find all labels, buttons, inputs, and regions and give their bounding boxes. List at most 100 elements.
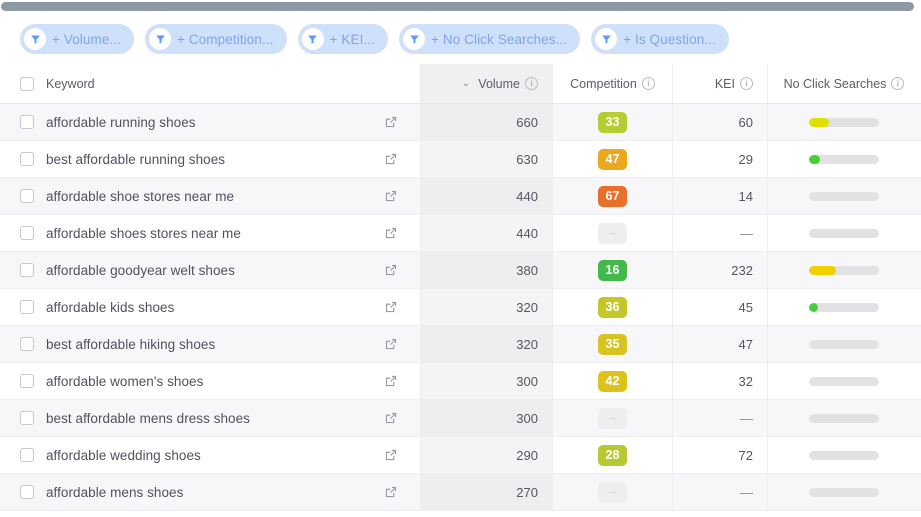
table-row[interactable]: best affordable mens dress shoes 300 – — <box>0 400 921 437</box>
row-checkbox[interactable] <box>20 189 34 203</box>
volume-value: 270 <box>516 484 538 500</box>
column-header-no-click-searches[interactable]: No Click Searches i <box>768 64 920 103</box>
volume-cell: 270 <box>420 474 553 510</box>
row-checkbox[interactable] <box>20 263 34 277</box>
column-header-keyword[interactable]: Keyword <box>0 64 420 103</box>
keyword-text: affordable shoe stores near me <box>46 188 235 204</box>
volume-value: 320 <box>516 336 538 352</box>
table-row[interactable]: affordable mens shoes 270 – — <box>0 474 921 511</box>
competition-cell: 67 <box>553 178 673 214</box>
filter-funnel-icon <box>24 28 46 50</box>
volume-cell: 380 <box>420 252 553 288</box>
table-row[interactable]: affordable shoes stores near me 440 – — <box>0 215 921 252</box>
table-row[interactable]: best affordable running shoes 630 47 29 <box>0 141 921 178</box>
no-click-searches-cell <box>768 252 920 288</box>
open-in-new-tab-icon[interactable] <box>384 115 398 129</box>
filter-chip-1[interactable]: + Competition... <box>145 24 287 54</box>
table-row[interactable]: affordable goodyear welt shoes 380 16 232 <box>0 252 921 289</box>
keyword-cell: affordable kids shoes <box>0 289 420 325</box>
info-icon[interactable]: i <box>891 77 905 90</box>
row-checkbox[interactable] <box>20 300 34 314</box>
column-header-competition-label: Competition <box>570 76 637 91</box>
keyword-cell: affordable goodyear welt shoes <box>0 252 420 288</box>
kei-value: 29 <box>738 151 753 167</box>
keyword-cell: affordable women's shoes <box>0 363 420 399</box>
open-in-new-tab-icon[interactable] <box>384 300 398 314</box>
keywords-table: Keyword ⌄ Volume i Competition i KEI i N… <box>0 64 921 517</box>
filter-chip-4[interactable]: + Is Question... <box>591 24 729 54</box>
no-click-searches-bar <box>809 302 879 312</box>
info-icon[interactable]: i <box>740 77 753 90</box>
no-click-searches-cell <box>768 289 920 325</box>
row-checkbox[interactable] <box>20 374 34 388</box>
column-header-competition[interactable]: Competition i <box>553 64 673 103</box>
volume-value: 380 <box>516 262 538 278</box>
kei-cell: 60 <box>673 104 768 140</box>
no-click-searches-bar <box>809 154 879 164</box>
table-row[interactable]: affordable kids shoes 320 36 45 <box>0 289 921 326</box>
keyword-cell: affordable shoe stores near me <box>0 178 420 214</box>
info-icon[interactable]: i <box>641 77 655 90</box>
table-row[interactable]: affordable shoe stores near me 440 67 14 <box>0 178 921 215</box>
scrollbar-thumb[interactable] <box>1 2 914 11</box>
info-icon[interactable]: i <box>525 77 538 90</box>
kei-value: — <box>740 225 753 241</box>
kei-value: 45 <box>738 299 753 315</box>
table-row[interactable]: affordable wedding shoes 290 28 72 <box>0 437 921 474</box>
table-row[interactable]: best affordable hiking shoes 320 35 47 <box>0 326 921 363</box>
column-header-kei[interactable]: KEI i <box>673 64 768 103</box>
kei-cell: — <box>673 215 768 251</box>
select-all-checkbox[interactable] <box>20 76 34 91</box>
open-in-new-tab-icon[interactable] <box>384 226 398 240</box>
no-click-searches-bar <box>809 191 879 201</box>
row-checkbox[interactable] <box>20 115 34 129</box>
open-in-new-tab-icon[interactable] <box>384 152 398 166</box>
row-checkbox[interactable] <box>20 337 34 351</box>
filter-chip-0[interactable]: + Volume... <box>20 24 135 54</box>
row-checkbox[interactable] <box>20 411 34 425</box>
volume-cell: 440 <box>420 215 553 251</box>
open-in-new-tab-icon[interactable] <box>384 374 398 388</box>
no-click-searches-bar <box>809 487 879 497</box>
keyword-cell: best affordable running shoes <box>0 141 420 177</box>
column-header-volume-label: Volume <box>478 76 520 91</box>
open-in-new-tab-icon[interactable] <box>384 263 398 277</box>
keyword-text: affordable mens shoes <box>46 484 184 500</box>
open-in-new-tab-icon[interactable] <box>384 448 398 462</box>
competition-cell: – <box>553 215 673 251</box>
row-checkbox[interactable] <box>20 152 34 166</box>
competition-badge: 67 <box>598 185 627 207</box>
filter-chip-3[interactable]: + No Click Searches... <box>399 24 581 54</box>
volume-value: 440 <box>516 188 538 204</box>
volume-value: 290 <box>516 447 538 463</box>
no-click-searches-bar-fill <box>809 302 819 312</box>
no-click-searches-bar <box>809 265 879 275</box>
no-click-searches-cell <box>768 363 920 399</box>
row-checkbox[interactable] <box>20 448 34 462</box>
filter-chip-2[interactable]: + KEI... <box>297 24 388 54</box>
kei-value: 14 <box>738 188 753 204</box>
competition-badge: 35 <box>598 333 627 355</box>
open-in-new-tab-icon[interactable] <box>384 337 398 351</box>
table-row[interactable]: affordable women's shoes 300 42 32 <box>0 363 921 400</box>
no-click-searches-bar <box>809 413 879 423</box>
kei-cell: 14 <box>673 178 768 214</box>
filter-funnel-icon <box>301 28 324 50</box>
volume-value: 320 <box>516 299 538 315</box>
open-in-new-tab-icon[interactable] <box>384 411 398 425</box>
open-in-new-tab-icon[interactable] <box>384 485 398 499</box>
no-click-searches-bar <box>809 376 879 386</box>
row-checkbox[interactable] <box>20 226 34 240</box>
horizontal-scrollbar[interactable] <box>0 0 921 14</box>
row-checkbox[interactable] <box>20 485 34 499</box>
kei-cell: 32 <box>673 363 768 399</box>
volume-value: 300 <box>516 410 538 426</box>
table-row[interactable]: affordable running shoes 660 33 60 <box>0 104 921 141</box>
table-header-row: Keyword ⌄ Volume i Competition i KEI i N… <box>0 64 921 104</box>
filter-chip-label: + KEI... <box>329 31 375 47</box>
open-in-new-tab-icon[interactable] <box>384 189 398 203</box>
keyword-text: best affordable mens dress shoes <box>46 410 250 426</box>
no-click-searches-bar <box>809 117 879 127</box>
column-header-volume[interactable]: ⌄ Volume i <box>420 64 553 103</box>
competition-badge: 33 <box>598 111 627 133</box>
